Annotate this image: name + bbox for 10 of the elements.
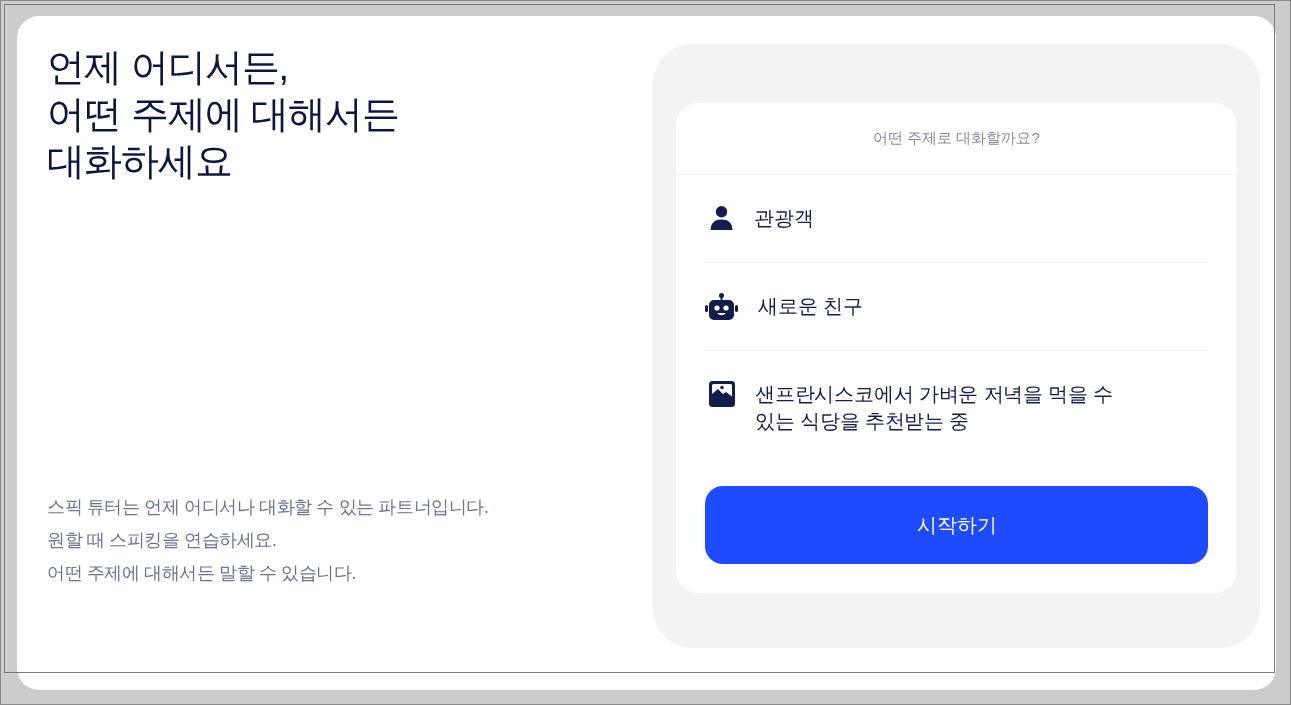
robot-icon: [705, 293, 738, 320]
topic-option-label: 관광객: [754, 206, 814, 231]
topic-option-label: 새로운 친구: [758, 294, 863, 319]
start-button[interactable]: 시작하기: [705, 486, 1208, 564]
topic-option-label: 샌프란시스코에서 가벼운 저녁을 먹을 수 있는 식당을 추천받는 중: [755, 382, 1115, 434]
image-icon: [709, 381, 735, 407]
person-icon: [709, 205, 734, 230]
topic-question: 어떤 주제로 대화할까요?: [873, 129, 1040, 148]
headline: 언제 어디서든, 어떤 주제에 대해서든 대화하세요: [47, 45, 401, 184]
intro-text: 스픽 튜터는 언제 어디서나 대화할 수 있는 파트너입니다. 원할 때 스피킹을 연습하세요. 어떤 주제에 대해서든 말할 수 있습니다.: [47, 496, 490, 585]
